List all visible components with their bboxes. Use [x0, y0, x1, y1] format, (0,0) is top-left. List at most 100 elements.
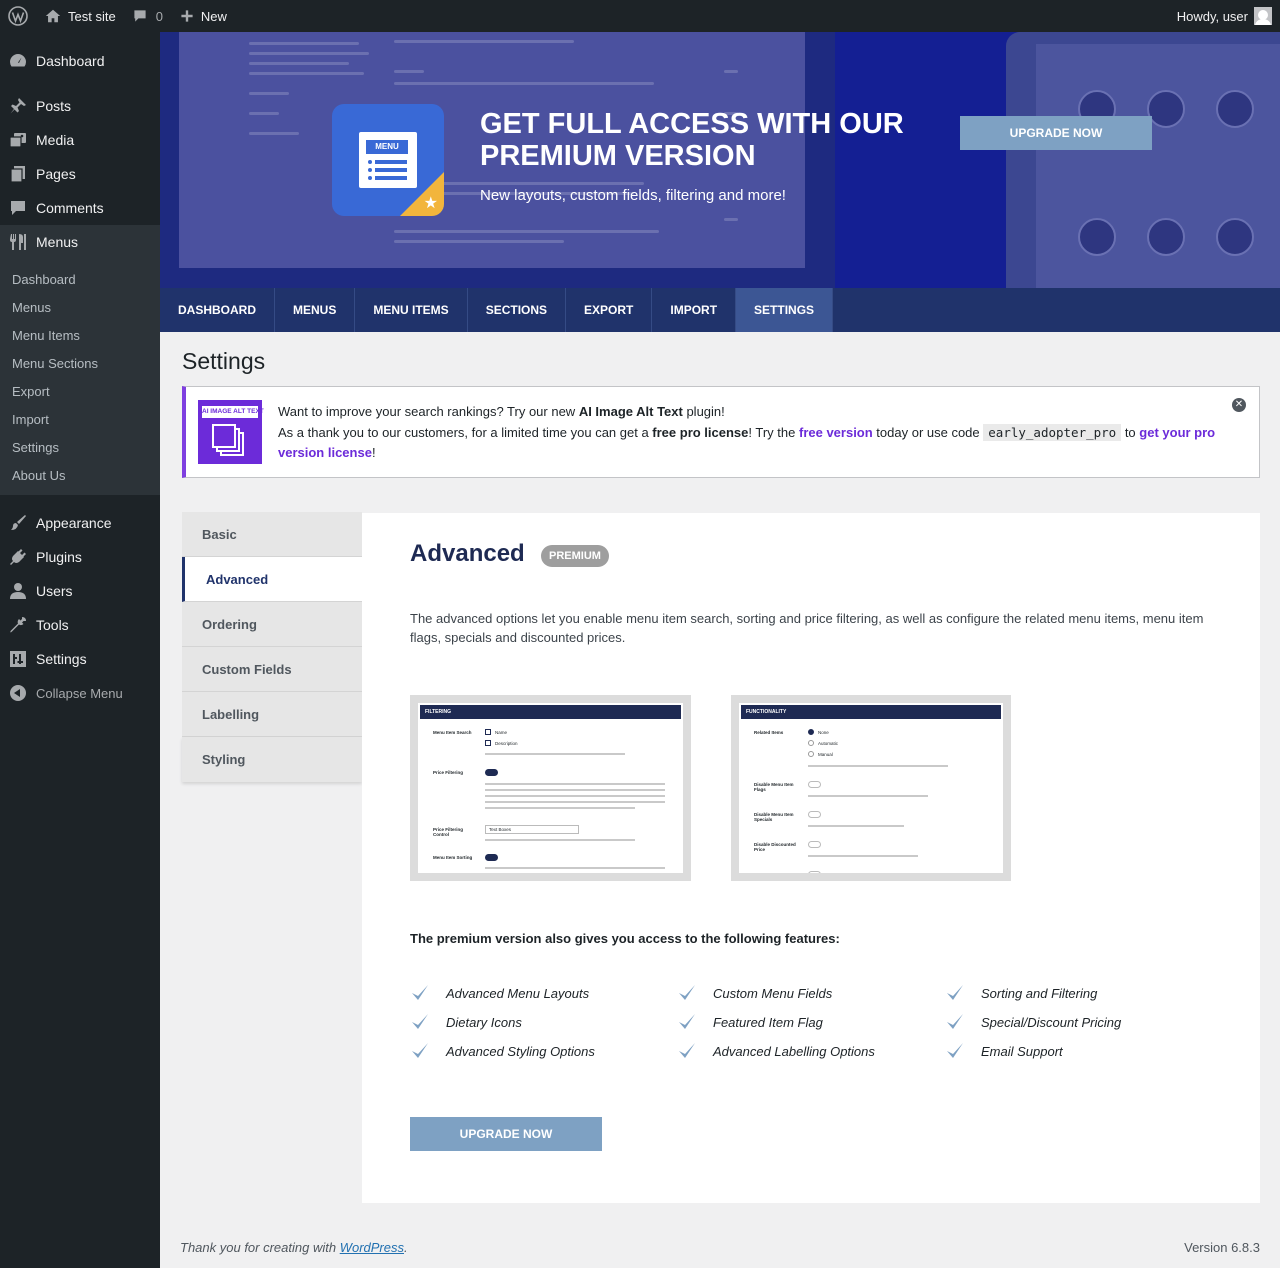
collapse-menu-button[interactable]: Collapse Menu: [0, 676, 160, 710]
dashboard-icon: [8, 51, 28, 71]
sidebar-item-label: Appearance: [36, 515, 112, 531]
footer-thanks: Thank you for creating with WordPress.: [180, 1240, 408, 1255]
notice-text: Want to improve your search rankings? Tr…: [278, 402, 1218, 464]
tab-menus[interactable]: MENUS: [275, 288, 356, 332]
submenu-item-export[interactable]: Export: [0, 377, 160, 405]
banner-title: GET FULL ACCESS WITH OUR PREMIUM VERSION: [480, 108, 904, 172]
settings-section-nav: Basic Advanced Ordering Custom Fields La…: [182, 512, 362, 782]
collapse-menu-label: Collapse Menu: [36, 685, 123, 701]
new-label: New: [200, 8, 227, 24]
sidebar-item-label: Users: [36, 583, 73, 599]
sidebar-item-appearance[interactable]: Appearance: [0, 506, 160, 540]
section-basic[interactable]: Basic: [182, 512, 362, 557]
new-content-link[interactable]: New: [171, 0, 235, 32]
screenshot-option: Automatic: [818, 741, 839, 746]
feature-item: Special/Discount Pricing: [945, 1012, 1121, 1032]
comment-icon: [8, 198, 28, 218]
feature-item: Advanced Styling Options: [410, 1041, 595, 1061]
comments-count: 0: [155, 8, 163, 24]
notice-plugin-name: AI Image Alt Text: [578, 404, 683, 419]
sidebar-item-pages[interactable]: Pages: [0, 157, 160, 191]
tab-menu-items[interactable]: MENU ITEMS: [355, 288, 468, 332]
account-menu[interactable]: Howdy, user: [1169, 0, 1280, 32]
tab-export[interactable]: EXPORT: [566, 288, 653, 332]
notice-text-part: to: [1121, 424, 1140, 440]
sidebar-item-plugins[interactable]: Plugins: [0, 540, 160, 574]
feature-label: Custom Menu Fields: [713, 985, 833, 1001]
sidebar-item-settings[interactable]: Settings: [0, 642, 160, 676]
plus-icon: [181, 10, 193, 22]
free-version-link[interactable]: free version: [799, 425, 873, 440]
section-advanced[interactable]: Advanced: [182, 557, 362, 602]
sidebar-item-posts[interactable]: Posts: [0, 89, 160, 123]
filtering-screenshot: FILTERING Menu Item Search Name Descript…: [410, 695, 691, 881]
logo-label: AI IMAGE ALT TEXT: [202, 406, 264, 418]
sidebar-item-label: Pages: [36, 166, 76, 182]
footer-thanks-text: Thank you for creating with: [180, 1240, 340, 1255]
submenu-item-import[interactable]: Import: [0, 405, 160, 433]
screenshot-label: Menu Item Sorting: [433, 855, 473, 860]
sidebar-item-label: Posts: [36, 98, 72, 114]
tab-sections[interactable]: SECTIONS: [468, 288, 567, 332]
submenu-item-menus[interactable]: Menus: [0, 293, 160, 321]
feature-item: Email Support: [945, 1041, 1063, 1061]
notice-text-part: plugin!: [682, 404, 725, 419]
submenu-item-about-us[interactable]: About Us: [0, 461, 160, 489]
dismiss-notice-icon[interactable]: ✕: [1232, 398, 1246, 412]
image-icon: [212, 424, 236, 448]
tab-settings[interactable]: SETTINGS: [736, 288, 834, 332]
sidebar-item-tools[interactable]: Tools: [0, 608, 160, 642]
feature-label: Email Support: [981, 1043, 1063, 1059]
star-icon: ★: [423, 195, 438, 212]
section-labelling[interactable]: Labelling: [182, 692, 362, 737]
tab-dashboard[interactable]: DASHBOARD: [160, 288, 275, 332]
submenu-item-dashboard[interactable]: Dashboard: [0, 265, 160, 293]
submenu-item-menu-sections[interactable]: Menu Sections: [0, 349, 160, 377]
notice-free-pro-license: free pro license: [652, 424, 749, 440]
site-name-link[interactable]: Test site: [36, 0, 124, 32]
tab-import[interactable]: IMPORT: [652, 288, 737, 332]
upgrade-now-button[interactable]: UPGRADE NOW: [410, 1117, 602, 1151]
site-name: Test site: [68, 8, 116, 24]
feature-label: Special/Discount Pricing: [981, 1014, 1122, 1030]
sidebar-item-dashboard[interactable]: Dashboard: [0, 44, 160, 78]
checkmark-icon: [679, 985, 695, 1000]
section-styling[interactable]: Styling: [182, 737, 362, 782]
notice-text-part: !: [371, 445, 376, 460]
home-icon: [45, 9, 61, 23]
page-title: Settings: [182, 348, 266, 374]
ai-image-alt-text-logo: AI IMAGE ALT TEXT: [198, 400, 264, 464]
banner-tablet-illustration: [1006, 32, 1280, 288]
howdy-greeting: Howdy, user: [1176, 8, 1248, 24]
sidebar-item-comments[interactable]: Comments: [0, 191, 160, 225]
notice-text-part: ! Try the: [748, 424, 799, 440]
sidebar-item-media[interactable]: Media: [0, 123, 160, 157]
media-icon: [8, 130, 28, 150]
screenshot-label: Price Filtering Control: [433, 827, 464, 837]
submenu-item-settings[interactable]: Settings: [0, 433, 160, 461]
checkmark-icon: [412, 1043, 428, 1058]
feature-label: Sorting and Filtering: [981, 985, 1098, 1001]
feature-item: Advanced Menu Layouts: [410, 983, 589, 1003]
sidebar-item-label: Media: [36, 132, 75, 148]
premium-badge: PREMIUM: [541, 545, 609, 567]
menus-submenu: Dashboard Menus Menu Items Menu Sections…: [0, 259, 160, 495]
comments-link[interactable]: 0: [124, 0, 171, 32]
functionality-screenshot: FUNCTIONALITY Related Items None Automat…: [731, 695, 1011, 881]
screenshot-select-value: Text Boxes: [489, 827, 512, 832]
sidebar-item-label: Plugins: [36, 549, 82, 565]
section-ordering[interactable]: Ordering: [182, 602, 362, 647]
wordpress-link[interactable]: WordPress: [340, 1240, 404, 1255]
avatar: [1254, 7, 1272, 25]
promo-notice: AI IMAGE ALT TEXT Want to improve your s…: [182, 386, 1260, 478]
checkmark-icon: [679, 1014, 695, 1029]
wordpress-logo-icon[interactable]: [0, 0, 36, 32]
notice-text-part: today or use code: [872, 424, 984, 440]
premium-banner: MENU ★ GET FULL ACCESS WITH OUR PREMIUM …: [160, 32, 1280, 288]
sidebar-item-users[interactable]: Users: [0, 574, 160, 608]
section-custom-fields[interactable]: Custom Fields: [182, 647, 362, 692]
sidebar-item-menus[interactable]: Menus: [0, 225, 160, 259]
banner-upgrade-button[interactable]: UPGRADE NOW: [960, 116, 1152, 150]
submenu-item-menu-items[interactable]: Menu Items: [0, 321, 160, 349]
admin-bar: Test site 0 New Howdy, user: [0, 0, 1280, 32]
